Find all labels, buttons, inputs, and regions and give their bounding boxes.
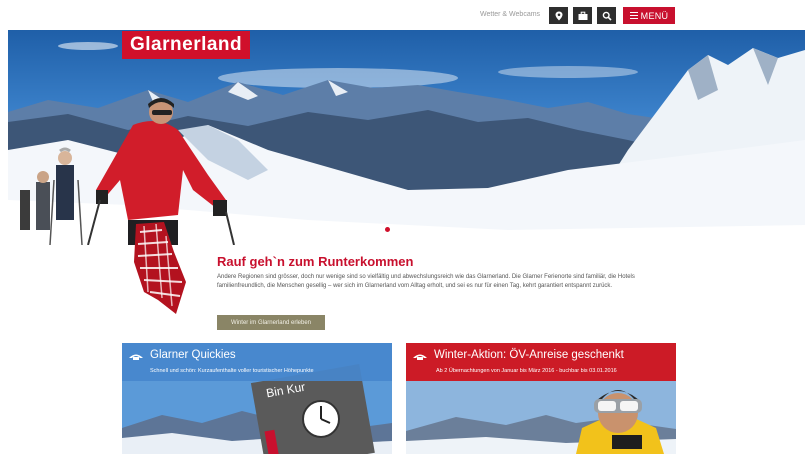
scarf-illustration [134,222,186,314]
slider-dots [385,227,417,232]
glarnerland-logo[interactable]: Glarnerland [122,31,251,59]
slider-dot-2[interactable] [394,227,399,232]
explore-winter-button[interactable]: Winter im Glarnerland erleben [217,315,325,330]
intro-headline: Rauf geh`n zum Runterkommen [217,254,414,269]
menu-label: MENÜ [640,10,669,21]
map-marker-icon [555,11,562,20]
quickies-card-subtitle: Schnell und schön: Kurzaufenthalte volle… [150,368,314,374]
winter-offer-card-subtitle: Ab 2 Übernachtungen von Januar bis März … [436,368,617,374]
search-button[interactable] [597,7,616,24]
cable-car-icon [413,354,427,360]
location-button[interactable] [549,7,568,24]
slider-dot-3[interactable] [403,227,408,232]
intro-body-text: Andere Regionen sind grösser, doch nur w… [217,274,635,289]
weather-webcams-link[interactable]: Wetter & Webcams [480,11,540,18]
hero-image [8,42,805,245]
winter-offer-card-header: Winter-Aktion: ÖV-Anreise geschenkt Ab 2… [406,343,676,381]
slider-dot-4[interactable] [412,227,417,232]
slider-dot-1[interactable] [385,227,390,232]
search-icon [602,11,612,21]
hamburger-icon [629,12,638,19]
booking-button[interactable] [573,7,592,24]
quickies-card-header: Glarner Quickies Schnell und schön: Kurz… [122,343,392,381]
winter-offer-card-title: Winter-Aktion: ÖV-Anreise geschenkt [434,349,624,361]
quickies-card[interactable]: Glarner Quickies Schnell und schön: Kurz… [122,343,392,454]
winter-offer-card[interactable]: Winter-Aktion: ÖV-Anreise geschenkt Ab 2… [406,343,676,454]
top-bar: Wetter & Webcams MENÜ [0,0,805,30]
hero-slider[interactable]: Glarnerland [8,30,805,245]
briefcase-icon [578,11,587,20]
menu-button[interactable]: MENÜ [623,7,675,24]
quickies-card-title: Glarner Quickies [150,349,236,361]
cable-car-icon [129,354,143,360]
